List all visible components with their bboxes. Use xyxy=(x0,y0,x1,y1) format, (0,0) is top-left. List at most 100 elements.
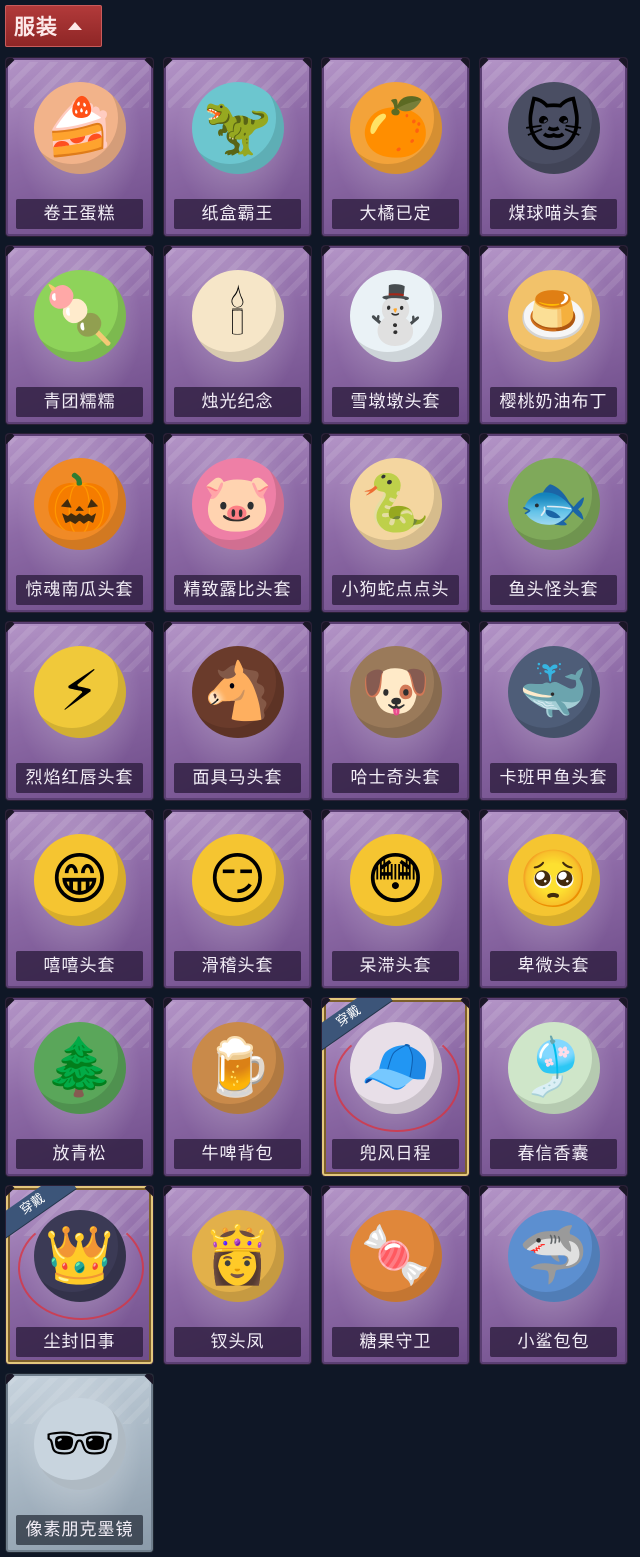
card-corner-ornament xyxy=(164,246,173,257)
candy-guard-icon: 🍬 xyxy=(349,1210,442,1302)
costume-card[interactable]: 🦈 小鲨包包 xyxy=(480,1186,627,1364)
card-corner-ornament xyxy=(322,1186,331,1197)
shark-bag-icon: 🦈 xyxy=(507,1210,600,1302)
card-corner-ornament xyxy=(480,58,489,69)
costume-card[interactable]: 🐷 精致露比头套 xyxy=(164,434,311,612)
costume-card[interactable]: ⚡ 烈焰红唇头套 xyxy=(6,622,153,800)
costume-card[interactable]: 🐍 小狗蛇点点头 xyxy=(322,434,469,612)
candle-icon: 🕯 xyxy=(191,270,284,362)
costume-name-label: 牛啤背包 xyxy=(174,1139,301,1169)
costume-name-label: 精致露比头套 xyxy=(174,575,301,605)
costume-name-label: 大橘已定 xyxy=(332,199,459,229)
card-corner-ornament xyxy=(322,434,331,445)
stare-emoji-icon: 😳 xyxy=(349,834,442,926)
costume-card[interactable]: 🐳 卡班甲鱼头套 xyxy=(480,622,627,800)
costume-name-label: 鱼头怪头套 xyxy=(490,575,617,605)
grin-emoji-icon: 😁 xyxy=(33,834,126,926)
costume-card[interactable]: 🎃 惊魂南瓜头套 xyxy=(6,434,153,612)
costume-name-label: 钗头凤 xyxy=(174,1327,301,1357)
card-corner-ornament xyxy=(618,622,627,633)
costume-card[interactable]: 🍮 樱桃奶油布丁 xyxy=(480,246,627,424)
bonsai-pine-icon: 🌲 xyxy=(33,1022,126,1114)
costume-card[interactable]: ⛄ 雪墩墩头套 xyxy=(322,246,469,424)
card-corner-ornament xyxy=(6,1186,15,1197)
husky-mask-icon: 🐶 xyxy=(349,646,442,738)
card-corner-ornament xyxy=(322,58,331,69)
costume-card[interactable]: 😏 滑稽头套 xyxy=(164,810,311,988)
orange-slice-icon: 🍊 xyxy=(349,82,442,174)
costume-card[interactable]: 🐟 鱼头怪头套 xyxy=(480,434,627,612)
costume-category-header[interactable]: 服装 xyxy=(5,5,102,47)
costume-name-label: 面具马头套 xyxy=(174,763,301,793)
costume-name-label: 嘻嘻头套 xyxy=(16,951,143,981)
costume-card[interactable]: 👸 钗头凤 xyxy=(164,1186,311,1364)
card-corner-ornament xyxy=(480,434,489,445)
costume-name-label: 尘封旧事 xyxy=(16,1327,143,1357)
fish-mask-icon: 🐟 xyxy=(507,458,600,550)
card-corner-ornament xyxy=(144,1186,153,1197)
costume-card[interactable]: 🐴 面具马头套 xyxy=(164,622,311,800)
card-corner-ornament xyxy=(618,810,627,821)
card-corner-ornament xyxy=(6,998,15,1009)
card-corner-ornament xyxy=(460,810,469,821)
costume-card[interactable]: 🕶 像素朋克墨镜 xyxy=(6,1374,153,1552)
costume-card[interactable]: 🦖 纸盒霸王 xyxy=(164,58,311,236)
card-corner-ornament xyxy=(302,246,311,257)
costume-card[interactable]: 🥺 卑微头套 xyxy=(480,810,627,988)
costume-card[interactable]: 🐶 哈士奇头套 xyxy=(322,622,469,800)
costume-name-label: 放青松 xyxy=(16,1139,143,1169)
card-corner-ornament xyxy=(322,998,331,1009)
card-corner-ornament xyxy=(460,622,469,633)
card-corner-ornament xyxy=(144,246,153,257)
costume-name-label: 卑微头套 xyxy=(490,951,617,981)
costume-card[interactable]: 🎐 春信香囊 xyxy=(480,998,627,1176)
pudding-icon: 🍮 xyxy=(507,270,600,362)
card-corner-ornament xyxy=(144,58,153,69)
snake-dog-icon: 🐍 xyxy=(349,458,442,550)
costume-name-label: 哈士奇头套 xyxy=(332,763,459,793)
card-corner-ornament xyxy=(480,998,489,1009)
costume-name-label: 烛光纪念 xyxy=(174,387,301,417)
costume-card[interactable]: 🍰 卷王蛋糕 xyxy=(6,58,153,236)
card-corner-ornament xyxy=(164,998,173,1009)
costume-name-label: 春信香囊 xyxy=(490,1139,617,1169)
card-corner-ornament xyxy=(144,622,153,633)
pink-beaver-icon: 🐷 xyxy=(191,458,284,550)
cow-beer-mug-icon: 🍺 xyxy=(191,1022,284,1114)
costume-card[interactable]: 🍡 青团糯糯 xyxy=(6,246,153,424)
costume-card[interactable]: 🐱 煤球喵头套 xyxy=(480,58,627,236)
card-corner-ornament xyxy=(144,434,153,445)
costume-name-label: 卡班甲鱼头套 xyxy=(490,763,617,793)
card-corner-ornament xyxy=(460,1186,469,1197)
card-corner-ornament xyxy=(618,246,627,257)
costume-card[interactable]: 😁 嘻嘻头套 xyxy=(6,810,153,988)
snowman-icon: ⛄ xyxy=(349,270,442,362)
costume-name-label: 糖果守卫 xyxy=(332,1327,459,1357)
costume-card[interactable]: 😳 呆滞头套 xyxy=(322,810,469,988)
costume-card[interactable]: 🕯 烛光纪念 xyxy=(164,246,311,424)
card-corner-ornament xyxy=(144,1374,153,1385)
costume-card[interactable]: 🍬 糖果守卫 xyxy=(322,1186,469,1364)
card-corner-ornament xyxy=(460,434,469,445)
card-corner-ornament xyxy=(6,58,15,69)
card-corner-ornament xyxy=(302,810,311,821)
card-corner-ornament xyxy=(164,810,173,821)
card-corner-ornament xyxy=(6,810,15,821)
card-corner-ornament xyxy=(302,58,311,69)
costume-name-label: 卷王蛋糕 xyxy=(16,199,143,229)
costume-card[interactable]: 🧢 兜风日程 穿戴 xyxy=(322,998,469,1176)
costume-grid: 🍰 卷王蛋糕 🦖 纸盒霸王 🍊 大橘已定 🐱 煤球喵头套 🍡 青团糯糯 🕯 烛光纪念 ⛄ 雪墩墩头套 🍮 樱桃… xyxy=(6,58,627,1552)
costume-card[interactable]: 🍺 牛啤背包 xyxy=(164,998,311,1176)
costume-name-label: 烈焰红唇头套 xyxy=(16,763,143,793)
box-dinosaur-icon: 🦖 xyxy=(191,82,284,174)
costume-card[interactable]: 🌲 放青松 xyxy=(6,998,153,1176)
costume-card[interactable]: 👑 尘封旧事 穿戴 xyxy=(6,1186,153,1364)
card-corner-ornament xyxy=(322,810,331,821)
card-corner-ornament xyxy=(164,622,173,633)
green-rice-ball-icon: 🍡 xyxy=(33,270,126,362)
horse-mask-icon: 🐴 xyxy=(191,646,284,738)
card-corner-ornament xyxy=(618,434,627,445)
costume-card[interactable]: 🍊 大橘已定 xyxy=(322,58,469,236)
card-corner-ornament xyxy=(480,810,489,821)
card-corner-ornament xyxy=(144,810,153,821)
